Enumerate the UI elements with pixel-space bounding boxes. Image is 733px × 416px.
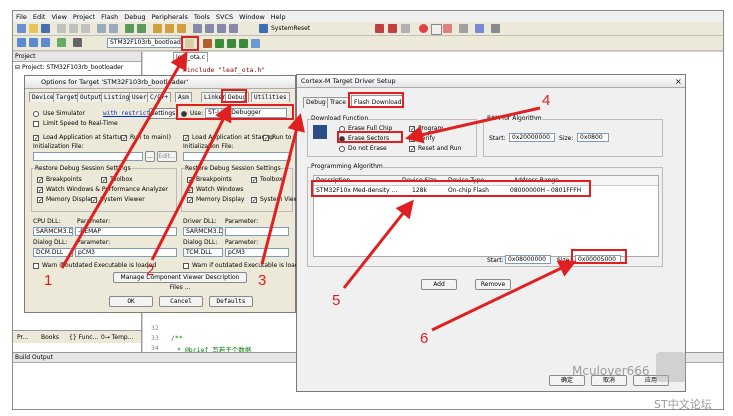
site-watermark: ST中文论坛 [654,398,712,411]
callout-5: 5 [332,292,341,309]
arrow-4 [405,106,541,144]
arrow-3 [260,113,305,265]
arrow-5 [342,199,414,289]
callout-6: 6 [420,330,429,347]
logo-watermark-icon [656,352,686,382]
callout-2: 2 [146,262,155,279]
arrow-6 [431,260,577,332]
callout-3: 3 [258,272,267,289]
arrow-1 [60,51,188,269]
callout-4: 4 [542,92,551,109]
callout-arrows [60,51,577,332]
callout-1: 1 [44,272,53,289]
wechat-watermark: Mculover666 [572,364,650,378]
arrow-2 [150,103,232,261]
